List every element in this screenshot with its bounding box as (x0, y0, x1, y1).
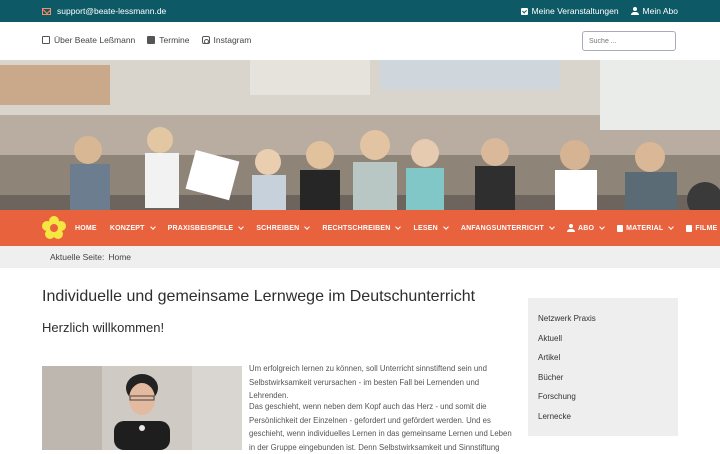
my-events-link[interactable]: Meine Veranstaltungen (520, 6, 619, 16)
nav-material-label[interactable]: MATERIAL (626, 225, 663, 232)
nav-konzept[interactable]: KONZEPT (110, 224, 156, 232)
classroom-photo (0, 60, 720, 210)
portrait-image (42, 366, 242, 450)
page-title: Individuelle und gemeinsame Lernwege im … (42, 288, 476, 305)
nav-anfangsunterricht[interactable]: ANFANGSUNTERRICHT (461, 224, 555, 232)
chevron-down-icon (304, 224, 311, 230)
welcome-heading: Herzlich willkommen! (42, 320, 165, 335)
instagram-icon (201, 36, 210, 44)
sidebar-item-aktuell[interactable]: Aktuell (538, 334, 562, 343)
file-icon (617, 224, 624, 232)
nav-praxisbeispiele[interactable]: PRAXISBEISPIELE (168, 224, 245, 232)
intro-paragraph-1: Um erfolgreich lernen zu können, soll Un… (249, 364, 487, 400)
about-label[interactable]: Über Beate Leßmann (54, 35, 135, 45)
sidebar-item-forschung[interactable]: Forschung (538, 392, 576, 401)
support-email[interactable]: support@beate-lessmann.de (57, 6, 166, 16)
user-plus-icon (566, 224, 575, 232)
intro-paragraph-2: Das geschieht, wenn neben dem Kopf auch … (249, 402, 512, 452)
nav-rechtschreiben[interactable]: RECHTSCHREIBEN (322, 224, 402, 232)
nav-rechtschreiben-label[interactable]: RECHTSCHREIBEN (322, 225, 390, 232)
user-icon (630, 7, 639, 15)
nav-konzept-label[interactable]: KONZEPT (110, 225, 145, 232)
nav-filme-label[interactable]: FILME (695, 225, 717, 232)
breadcrumb-current[interactable]: Home (108, 252, 131, 262)
envelope-icon (42, 7, 51, 15)
thumbs-up-icon (42, 36, 50, 44)
instagram-link[interactable]: Instagram (201, 35, 252, 45)
nav-abo[interactable]: ABO (566, 224, 605, 232)
nav-lesen-label[interactable]: LESEN (413, 225, 437, 232)
film-icon (686, 224, 693, 232)
chevron-down-icon (549, 224, 555, 230)
nav-material[interactable]: MATERIAL (617, 224, 675, 232)
breadcrumb-prefix: Aktuelle Seite: (50, 252, 105, 262)
chevron-down-icon (395, 224, 402, 230)
checkbox-icon (520, 7, 528, 15)
nav-praxisbeispiele-label[interactable]: PRAXISBEISPIELE (168, 225, 234, 232)
chevron-down-icon (599, 224, 605, 230)
nav-home-label[interactable]: HOME (75, 225, 97, 232)
nav-anfangsunterricht-label[interactable]: ANFANGSUNTERRICHT (461, 225, 544, 232)
sidebar-item-lernecke[interactable]: Lernecke (538, 412, 571, 421)
chevron-down-icon (668, 224, 675, 230)
nav-home[interactable]: HOME (75, 225, 97, 232)
calendar-icon (147, 36, 156, 44)
nav-abo-label[interactable]: ABO (578, 225, 594, 232)
chevron-down-icon (149, 224, 156, 230)
site-logo-flower[interactable] (42, 216, 66, 240)
top-bar: support@beate-lessmann.de Meine Veransta… (0, 0, 720, 22)
nav-lesen[interactable]: LESEN (413, 224, 449, 232)
about-link[interactable]: Über Beate Leßmann (42, 35, 135, 45)
my-events-label[interactable]: Meine Veranstaltungen (532, 6, 619, 16)
chevron-down-icon (442, 224, 449, 230)
breadcrumb: Aktuelle Seite: Home (0, 246, 720, 268)
hero-image-classroom (0, 60, 720, 210)
dates-label[interactable]: Termine (159, 35, 189, 45)
nav-schreiben[interactable]: SCHREIBEN (256, 224, 311, 232)
instagram-label[interactable]: Instagram (214, 35, 252, 45)
nav-filme[interactable]: FILME (686, 224, 720, 232)
dates-link[interactable]: Termine (147, 35, 190, 45)
search-input[interactable] (582, 31, 676, 51)
sidebar-item-netzwerk-praxis[interactable]: Netzwerk Praxis (538, 314, 596, 323)
sidebar-item-artikel[interactable]: Artikel (538, 353, 560, 362)
author-photo (42, 366, 242, 450)
nav-schreiben-label[interactable]: SCHREIBEN (256, 225, 299, 232)
chevron-down-icon (238, 224, 245, 230)
sidebar-item-buecher[interactable]: Bücher (538, 373, 563, 382)
my-subscription-link[interactable]: Mein Abo (630, 6, 678, 16)
support-email-link[interactable]: support@beate-lessmann.de (42, 6, 166, 16)
my-subscription-label[interactable]: Mein Abo (643, 6, 678, 16)
sidebar: Netzwerk Praxis Aktuell Artikel Bücher F… (528, 298, 678, 436)
